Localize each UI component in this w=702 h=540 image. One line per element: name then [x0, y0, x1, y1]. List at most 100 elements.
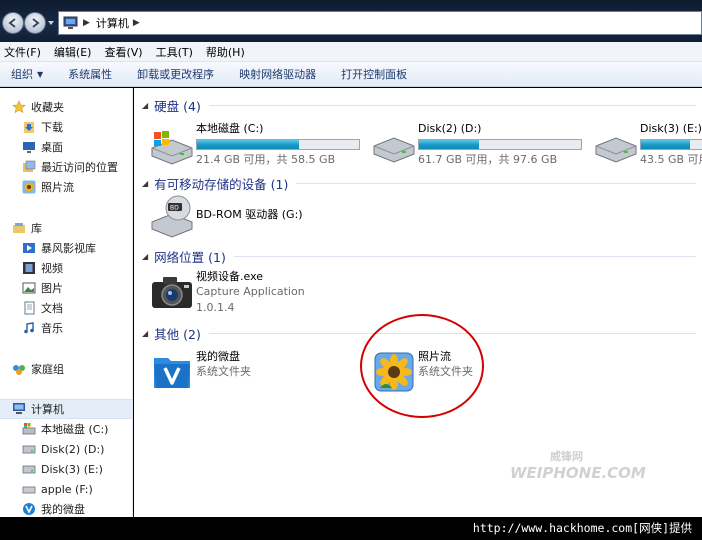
breadcrumb-separator[interactable]: ▶	[83, 18, 90, 28]
open-control-panel-button[interactable]: 打开控制面板	[341, 66, 407, 82]
drive-name: 本地磁盘 (C:)	[196, 122, 264, 135]
nav-item-desktop[interactable]: 桌面	[0, 137, 132, 157]
homegroup-icon	[13, 365, 25, 375]
capacity-bar	[640, 139, 702, 150]
group-divider	[233, 255, 696, 257]
nav-item-label: 桌面	[41, 141, 63, 154]
menu-view[interactable]: 查看(V)	[104, 44, 142, 60]
group-title: 硬盘 (4)	[154, 98, 201, 114]
weipan-tile[interactable]: 我的微盘 系统文件夹	[150, 350, 251, 394]
collapse-triangle-icon[interactable]: ◢	[142, 252, 148, 261]
nav-homegroup[interactable]: 家庭组	[0, 359, 132, 379]
nav-item-downloads[interactable]: 下载	[0, 117, 132, 137]
arrow-left-icon	[8, 18, 16, 28]
capacity-fill	[641, 140, 690, 149]
nav-favorites-label: 收藏夹	[31, 101, 64, 114]
watermark-brand: WEIPHONE.COM	[510, 464, 646, 482]
back-button[interactable]	[2, 12, 24, 34]
capacity-bar	[196, 139, 360, 150]
item-description: Capture Application	[196, 285, 305, 298]
collapse-triangle-icon[interactable]: ◢	[142, 329, 148, 338]
group-header-network[interactable]: ◢ 网络位置 (1)	[134, 246, 702, 266]
drive-d-tile[interactable]: Disk(2) (D:) 61.7 GB 可用，共 97.6 GB	[372, 122, 582, 168]
group-divider	[296, 182, 696, 184]
drive-name: Disk(2) (D:)	[418, 122, 482, 135]
command-bar: 组织 ▼ 系统属性 卸载或更改程序 映射网络驱动器 打开控制面板	[0, 62, 702, 87]
group-header-removable[interactable]: ◢ 有可移动存储的设备 (1)	[134, 173, 702, 193]
group-header-hard-disks[interactable]: ◢ 硬盘 (4)	[134, 95, 702, 115]
library-icon	[13, 223, 25, 233]
computer-icon	[63, 16, 78, 29]
nav-item-recent-places[interactable]: 最近访问的位置	[0, 157, 132, 177]
menu-edit[interactable]: 编辑(E)	[54, 44, 92, 60]
drive-e-tile[interactable]: Disk(3) (E:) 43.5 GB 可用	[594, 122, 702, 168]
nav-computer-label: 计算机	[31, 403, 64, 416]
system-drive-icon	[22, 423, 36, 435]
menu-tools[interactable]: 工具(T)	[156, 44, 193, 60]
nav-item-drive-e[interactable]: Disk(3) (E:)	[0, 459, 132, 479]
nav-favorites[interactable]: 收藏夹	[0, 97, 132, 117]
nav-item-label: 暴风影视库	[41, 242, 96, 255]
nav-item-label: 本地磁盘 (C:)	[41, 423, 109, 436]
nav-item-pictures[interactable]: 图片	[0, 278, 132, 298]
svg-text:BD: BD	[170, 205, 179, 212]
uninstall-program-button[interactable]: 卸载或更改程序	[137, 66, 214, 82]
collapse-triangle-icon[interactable]: ◢	[142, 101, 148, 110]
chevron-down-icon: ▼	[37, 69, 44, 79]
capture-device-tile[interactable]: 视频设备.exe Capture Application 1.0.1.4	[150, 270, 305, 316]
nav-item-label: 最近访问的位置	[41, 161, 118, 174]
red-circle-annotation	[360, 314, 484, 418]
nav-item-label: 文档	[41, 302, 63, 315]
menu-help[interactable]: 帮助(H)	[206, 44, 245, 60]
item-name: 我的微盘	[196, 350, 240, 363]
watermark: 威锋网 WEIPHONE.COM	[510, 448, 646, 482]
menu-file[interactable]: 文件(F)	[4, 44, 41, 60]
desktop-icon	[23, 142, 35, 153]
recent-pages-dropdown-icon[interactable]	[47, 19, 55, 27]
nav-libraries[interactable]: 库	[0, 218, 132, 238]
address-bar: ▶ 计算机 ▶	[0, 0, 702, 42]
capacity-fill	[197, 140, 300, 149]
nav-item-music[interactable]: 音乐	[0, 318, 132, 338]
group-title: 其他 (2)	[154, 326, 201, 342]
nav-item-drive-f[interactable]: apple (F:)	[0, 479, 132, 499]
recent-places-icon	[23, 160, 36, 172]
hard-drive-icon	[373, 137, 415, 163]
forward-button[interactable]	[24, 12, 46, 34]
nav-item-label: 音乐	[41, 322, 63, 335]
collapse-triangle-icon[interactable]: ◢	[142, 179, 148, 188]
system-properties-button[interactable]: 系统属性	[68, 66, 112, 82]
item-name: 视频设备.exe	[196, 270, 264, 283]
nav-item-videos[interactable]: 视频	[0, 258, 132, 278]
film-icon	[23, 262, 35, 274]
nav-item-photo-stream[interactable]: 照片流	[0, 177, 132, 197]
nav-item-weipan[interactable]: 我的微盘	[0, 499, 132, 517]
map-network-drive-button[interactable]: 映射网络驱动器	[239, 66, 316, 82]
nav-item-label: 图片	[41, 282, 63, 295]
source-credit: http://www.hackhome.com[网侠]提供	[472, 521, 692, 535]
organize-button[interactable]: 组织 ▼	[11, 66, 43, 82]
breadcrumb-separator[interactable]: ▶	[133, 18, 140, 28]
breadcrumb-computer[interactable]: 计算机	[96, 15, 129, 31]
nav-computer[interactable]: 计算机	[0, 399, 132, 419]
hard-drive-icon	[595, 137, 637, 163]
weipan-folder-icon	[154, 358, 190, 388]
hard-drive-icon	[22, 465, 36, 474]
menu-bar: 文件(F) 编辑(E) 查看(V) 工具(T) 帮助(H)	[0, 42, 702, 62]
nav-item-drive-c[interactable]: 本地磁盘 (C:)	[0, 419, 132, 439]
path-box[interactable]: ▶ 计算机 ▶	[58, 11, 702, 35]
nav-item-label: 我的微盘	[41, 503, 85, 516]
system-drive-icon	[151, 131, 193, 165]
organize-label: 组织	[11, 68, 33, 81]
drive-c-tile[interactable]: 本地磁盘 (C:) 21.4 GB 可用，共 58.5 GB	[150, 122, 360, 168]
removable-drive-icon	[22, 486, 36, 494]
drive-space-info: 61.7 GB 可用，共 97.6 GB	[418, 153, 558, 166]
nav-item-baofeng-library[interactable]: 暴风影视库	[0, 238, 132, 258]
capacity-bar	[418, 139, 582, 150]
nav-item-documents[interactable]: 文档	[0, 298, 132, 318]
arrow-right-icon	[32, 18, 40, 28]
item-type: 系统文件夹	[196, 365, 251, 378]
bd-rom-tile[interactable]: BD BD-ROM 驱动器 (G:)	[150, 194, 303, 238]
nav-item-label: 下载	[41, 121, 63, 134]
nav-item-drive-d[interactable]: Disk(2) (D:)	[0, 439, 132, 459]
